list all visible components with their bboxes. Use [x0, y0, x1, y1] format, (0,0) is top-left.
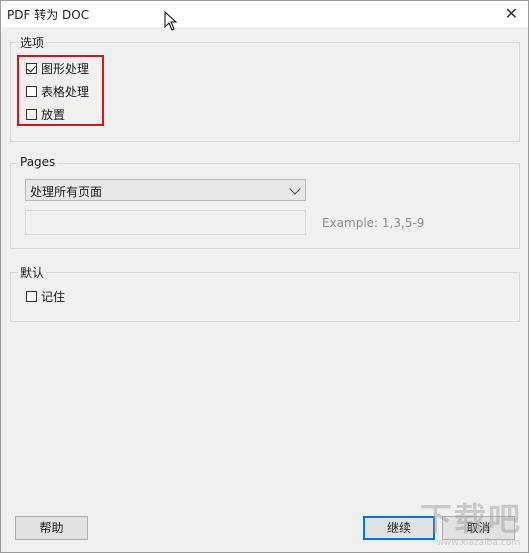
- options-legend: 选项: [18, 34, 47, 51]
- pages-group: [10, 163, 520, 249]
- page-range-select[interactable]: 处理所有页面: [25, 179, 306, 201]
- page-range-input[interactable]: [25, 210, 306, 235]
- chevron-down-icon: [289, 183, 301, 195]
- watermark-text: 下载吧: [419, 500, 522, 538]
- mouse-cursor-icon: [164, 11, 178, 31]
- window-title: PDF 转为 DOC: [7, 8, 90, 22]
- remember-label: 记住: [41, 289, 66, 304]
- title-bar: PDF 转为 DOC ✕: [1, 1, 528, 27]
- options-highlight-box: [17, 55, 104, 126]
- page-range-select-value: 处理所有页面: [30, 185, 103, 199]
- default-legend: 默认: [18, 264, 47, 281]
- remember-option[interactable]: 记住: [26, 287, 65, 305]
- help-button[interactable]: 帮助: [15, 516, 88, 540]
- close-icon[interactable]: ✕: [505, 4, 518, 23]
- watermark-subtext: www.xiazaiba.com: [436, 538, 520, 548]
- pages-legend: Pages: [18, 155, 58, 169]
- default-group: [10, 272, 520, 322]
- dialog-window: PDF 转为 DOC ✕ 选项 图形处理 表格处理 放置 Pages 处理所有页…: [0, 0, 529, 553]
- watermark-logo: 下载吧 www.xiazaiba.com: [406, 500, 526, 550]
- remember-checkbox[interactable]: [26, 290, 37, 302]
- page-range-hint: Example: 1,3,5-9: [322, 216, 425, 230]
